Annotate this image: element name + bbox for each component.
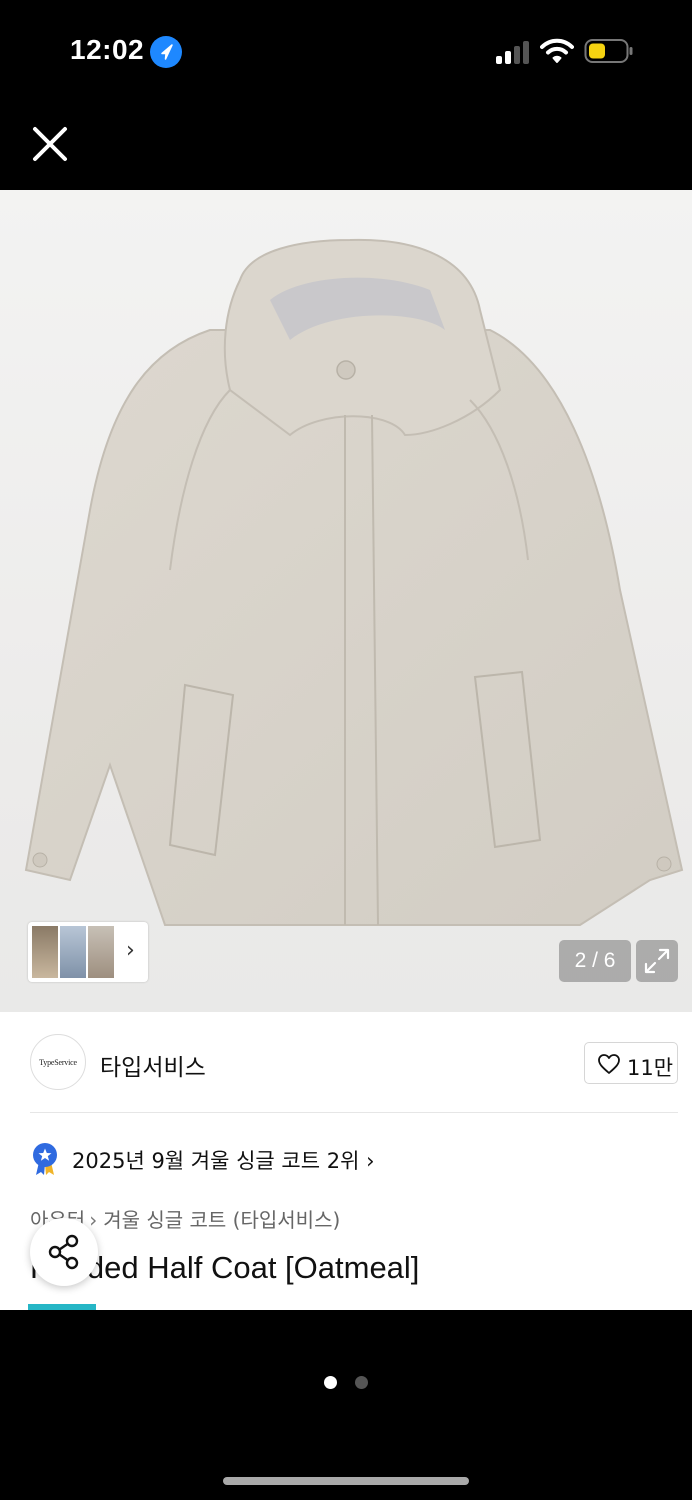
status-time: 12:02 <box>70 34 145 65</box>
close-icon <box>33 127 67 161</box>
location-arrow-icon <box>150 36 182 68</box>
breadcrumb-item[interactable]: 겨울 싱글 코트 (타입서비스) <box>103 1208 340 1232</box>
brand-logo[interactable]: TypeService <box>30 1034 86 1090</box>
pager-dot-active[interactable] <box>324 1376 337 1389</box>
status-bar: 12:02 <box>0 0 692 100</box>
pager <box>324 1376 368 1390</box>
pager-dot[interactable] <box>355 1376 368 1389</box>
rank-badge-icon <box>33 1143 57 1175</box>
product-card: › 2 / 6 TypeService 타입서비스 11만 2025년 9월 겨… <box>0 190 692 1310</box>
thumbnail-image[interactable] <box>60 926 86 978</box>
brand-name[interactable]: 타입서비스 <box>100 1048 206 1082</box>
ranking-text: 2025년 9월 겨울 싱글 코트 2위 › <box>72 1149 375 1173</box>
thumbnail-image[interactable] <box>88 926 114 978</box>
divider <box>30 1112 678 1113</box>
page-indicator: 2 / 6 <box>559 940 631 982</box>
thumbnail-strip[interactable]: › <box>28 922 148 982</box>
chevron-right-icon: › <box>366 1149 375 1173</box>
signal-icon <box>496 40 532 64</box>
nav-bar <box>0 100 692 190</box>
share-icon <box>48 1234 79 1270</box>
product-image[interactable]: › 2 / 6 <box>0 190 692 1012</box>
close-button[interactable] <box>26 120 74 168</box>
battery-icon <box>584 38 634 64</box>
share-button[interactable] <box>30 1218 98 1286</box>
expand-icon <box>644 948 670 974</box>
like-button[interactable]: 11만 <box>584 1042 678 1084</box>
brand-row: TypeService 타입서비스 11만 <box>0 1012 692 1112</box>
heart-icon <box>598 1054 620 1074</box>
expand-button[interactable] <box>636 940 678 982</box>
tag-strip <box>28 1304 96 1310</box>
chevron-right-icon: › <box>126 938 135 963</box>
like-count: 11만 <box>627 1056 674 1080</box>
coat-illustration <box>24 238 684 926</box>
wifi-icon <box>540 38 574 64</box>
ranking-row[interactable]: 2025년 9월 겨울 싱글 코트 2위 › <box>30 1142 670 1176</box>
thumbnail-image[interactable] <box>32 926 58 978</box>
home-indicator[interactable] <box>223 1477 469 1485</box>
